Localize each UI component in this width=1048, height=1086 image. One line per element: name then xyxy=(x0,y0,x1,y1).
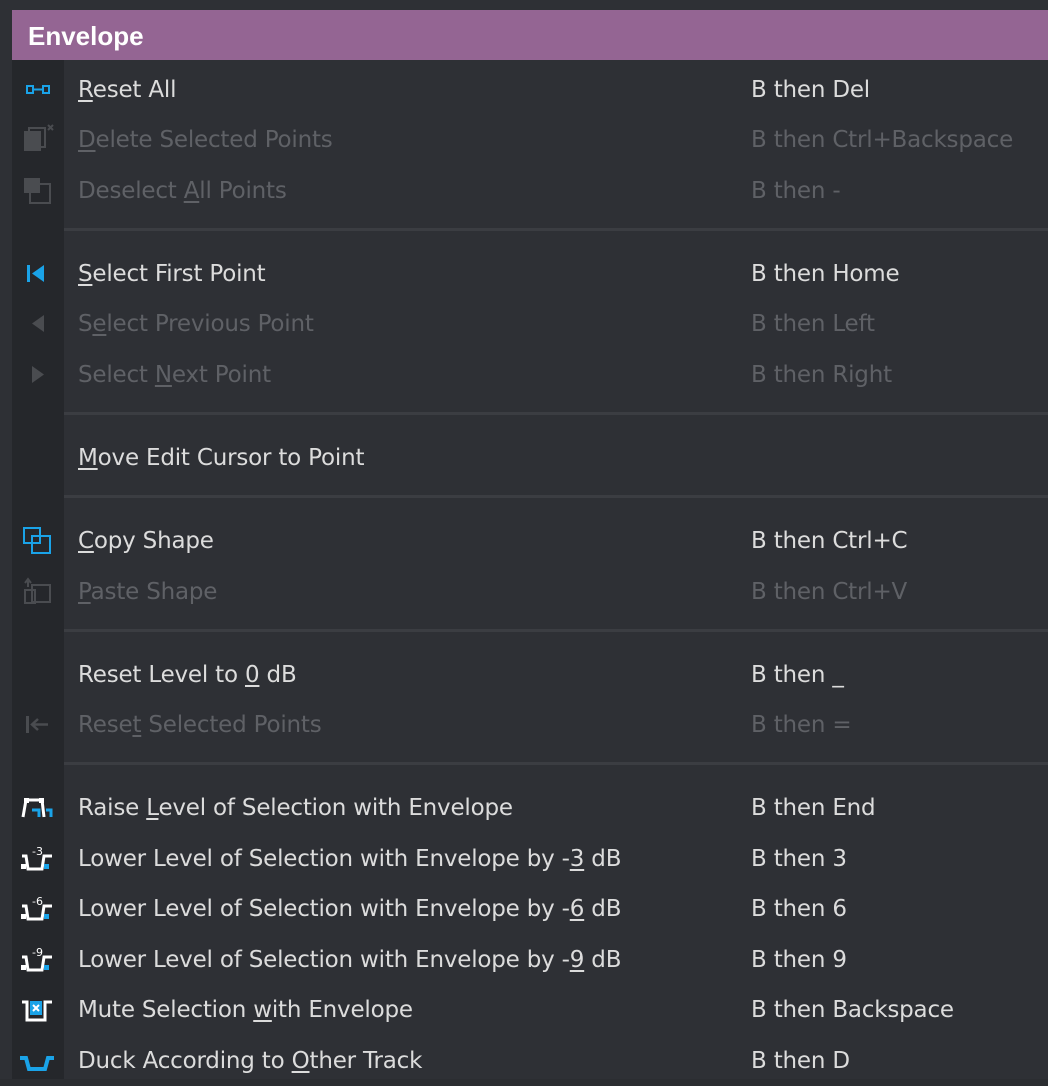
menu-item-copy-shape[interactable]: Copy Shape B then Ctrl+C xyxy=(12,516,1048,566)
menu-item-mute-selection[interactable]: Mute Selection with Envelope B then Back… xyxy=(12,985,1048,1035)
menu-separator xyxy=(64,228,1048,231)
menu-item-label: Lower Level of Selection with Envelope b… xyxy=(78,896,622,922)
mute-selection-icon xyxy=(12,985,64,1035)
menu-item-reset-all[interactable]: Reset All B then Del xyxy=(12,65,1048,115)
menu-item-label: Move Edit Cursor to Point xyxy=(78,445,365,471)
menu-item-shortcut: B then 3 xyxy=(751,846,847,872)
menu-item-shortcut: B then End xyxy=(751,795,876,821)
menu-item-shortcut: B then Del xyxy=(751,77,870,103)
menu-item-move-edit-cursor[interactable]: Move Edit Cursor to Point xyxy=(12,433,1048,483)
menu-item-shortcut: B then Left xyxy=(751,311,875,337)
reset-points-icon xyxy=(12,700,64,750)
next-point-icon xyxy=(12,350,64,400)
menu-item-label: Raise Level of Selection with Envelope xyxy=(78,795,513,821)
lower-3db-icon: -3 xyxy=(12,834,64,884)
menu-separator xyxy=(64,629,1048,632)
menu-item-shortcut: B then Ctrl+V xyxy=(751,579,908,605)
menu-item-deselect-all-points[interactable]: Deselect All Points B then - xyxy=(12,166,1048,216)
menu-separator xyxy=(64,412,1048,415)
menu-item-label: Reset Level to 0 dB xyxy=(78,662,297,688)
menu-item-lower-level-6db[interactable]: -6 Lower Level of Selection with Envelop… xyxy=(12,884,1048,934)
delete-points-icon xyxy=(12,115,64,165)
menu-item-label: Select Previous Point xyxy=(78,311,314,337)
menu-item-lower-level-3db[interactable]: -3 Lower Level of Selection with Envelop… xyxy=(12,834,1048,884)
lower-6db-icon: -6 xyxy=(12,884,64,934)
raise-level-icon xyxy=(12,783,64,833)
menu-separator xyxy=(64,495,1048,498)
menu-item-shortcut: B then 9 xyxy=(751,947,847,973)
menu-item-label: Reset All xyxy=(78,77,177,103)
menu-item-lower-level-9db[interactable]: -9 Lower Level of Selection with Envelop… xyxy=(12,935,1048,985)
paste-shape-icon xyxy=(12,567,64,617)
menu-item-label: Copy Shape xyxy=(78,528,214,554)
menu-item-shortcut: B then Ctrl+Backspace xyxy=(751,127,1014,153)
menu-header: Envelope xyxy=(12,10,1048,60)
lower-9db-icon: -9 xyxy=(12,935,64,985)
menu-item-label: Reset Selected Points xyxy=(78,712,322,738)
menu-item-shortcut: B then 6 xyxy=(751,896,847,922)
menu-item-label: Mute Selection with Envelope xyxy=(78,997,413,1023)
menu-item-paste-shape[interactable]: Paste Shape B then Ctrl+V xyxy=(12,567,1048,617)
menu-item-label: Lower Level of Selection with Envelope b… xyxy=(78,947,622,973)
previous-point-icon xyxy=(12,299,64,349)
menu-item-shortcut: B then - xyxy=(751,178,841,204)
deselect-icon xyxy=(12,166,64,216)
menu-item-label: Lower Level of Selection with Envelope b… xyxy=(78,846,622,872)
svg-text:-3: -3 xyxy=(32,845,43,858)
first-point-icon xyxy=(12,249,64,299)
menu-item-label: Deselect All Points xyxy=(78,178,287,204)
menu-item-select-first-point[interactable]: Select First Point B then Home xyxy=(12,249,1048,299)
menu-title: Envelope xyxy=(28,21,144,51)
menu-item-shortcut: B then Home xyxy=(751,261,900,287)
svg-text:-9: -9 xyxy=(32,946,43,959)
menu-item-shortcut: B then Backspace xyxy=(751,997,954,1023)
menu-item-reset-selected-points[interactable]: Reset Selected Points B then = xyxy=(12,700,1048,750)
copy-shape-icon xyxy=(12,516,64,566)
menu-item-label: Select Next Point xyxy=(78,362,271,388)
menu-item-shortcut: B then _ xyxy=(751,662,844,688)
menu-item-reset-level[interactable]: Reset Level to 0 dB B then _ xyxy=(12,650,1048,700)
menu-item-delete-selected-points[interactable]: Delete Selected Points B then Ctrl+Backs… xyxy=(12,115,1048,165)
menu-item-label: Paste Shape xyxy=(78,579,218,605)
menu-item-shortcut: B then = xyxy=(751,712,852,738)
svg-text:-6: -6 xyxy=(32,895,43,908)
menu-item-label: Select First Point xyxy=(78,261,266,287)
menu-item-raise-level[interactable]: Raise Level of Selection with Envelope B… xyxy=(12,783,1048,833)
menu-item-label: Delete Selected Points xyxy=(78,127,333,153)
menu-separator xyxy=(64,762,1048,765)
menu-item-select-next-point[interactable]: Select Next Point B then Right xyxy=(12,350,1048,400)
menu-item-select-previous-point[interactable]: Select Previous Point B then Left xyxy=(12,299,1048,349)
menu-item-shortcut: B then Ctrl+C xyxy=(751,528,908,554)
link-points-icon xyxy=(12,65,64,115)
envelope-menu: Envelope Reset All B then Del Delete Sel… xyxy=(0,0,1048,1079)
menu-item-shortcut: B then Right xyxy=(751,362,892,388)
